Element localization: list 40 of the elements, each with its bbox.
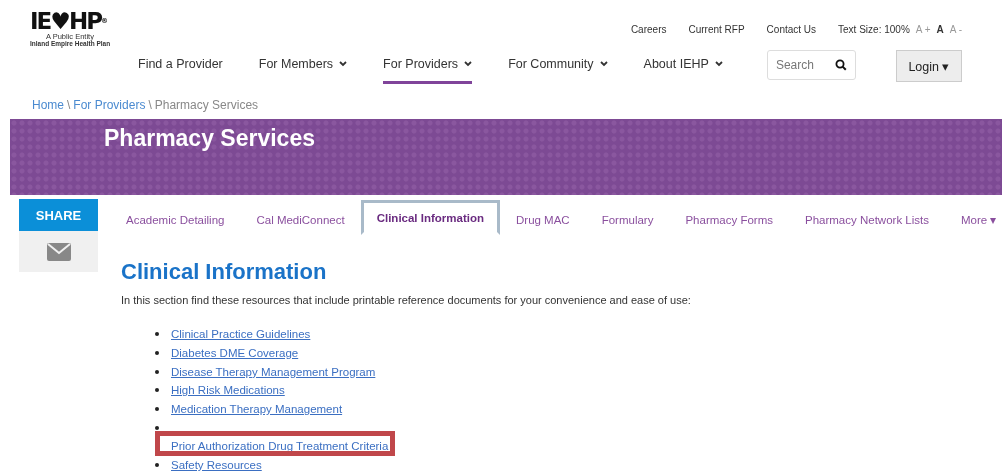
share-button[interactable]: SHARE — [19, 199, 98, 231]
email-share-button[interactable] — [19, 231, 98, 272]
breadcrumb-separator: \ — [67, 98, 71, 112]
page-title: Pharmacy Services — [104, 125, 316, 152]
search-field[interactable]: Search — [766, 50, 856, 80]
bullet — [155, 425, 159, 430]
nav-item[interactable]: Find a Provider — [138, 50, 223, 84]
login-button[interactable]: Login ▾ — [895, 50, 962, 82]
resource-link[interactable]: Medication Therapy Management — [171, 403, 343, 416]
nav-item[interactable]: For Members — [258, 50, 348, 84]
resource-link[interactable]: Disease Therapy Management Program — [171, 365, 376, 378]
breadcrumb-link[interactable]: For Providers — [73, 98, 146, 112]
resource-link[interactable]: Diabetes DME Coverage — [171, 347, 299, 360]
bullet — [155, 332, 159, 337]
utility-link[interactable]: Contact Us — [766, 23, 817, 35]
text-size-label: Text Size: 100% — [838, 23, 910, 35]
utility-link[interactable]: Careers — [630, 23, 667, 35]
resource-link[interactable]: Safety Resources — [171, 459, 262, 472]
text-size-option[interactable]: A — [936, 23, 944, 35]
utility-link[interactable]: Current RFP — [688, 23, 745, 35]
section-heading: Clinical Information — [121, 259, 328, 285]
breadcrumb-current: Pharmacy Services — [154, 98, 259, 112]
search-icon[interactable] — [834, 59, 847, 71]
bullet — [155, 351, 159, 356]
breadcrumb-link[interactable]: Home — [32, 98, 64, 112]
nav-item[interactable]: For Providers — [383, 50, 473, 84]
bullet — [155, 463, 159, 468]
tab[interactable]: Clinical Information — [360, 200, 500, 235]
bullet — [155, 407, 159, 412]
resource-link[interactable]: Clinical Practice Guidelines — [171, 328, 311, 341]
intro-text: In this section find these resources that include printable reference documents for your convenience and ease of use: — [121, 294, 692, 306]
breadcrumb-separator: \ — [148, 98, 152, 112]
resource-link[interactable]: Prior Authorization Drug Treatment Criteria — [171, 440, 389, 453]
nav-item[interactable]: For Community — [508, 50, 608, 84]
bullet — [155, 388, 159, 393]
resource-link[interactable]: High Risk Medications — [171, 384, 285, 397]
envelope-icon — [46, 242, 71, 261]
bullet — [155, 369, 159, 374]
nav-item[interactable]: About IEHP — [643, 50, 723, 84]
text-size-option[interactable]: A - — [949, 23, 962, 35]
